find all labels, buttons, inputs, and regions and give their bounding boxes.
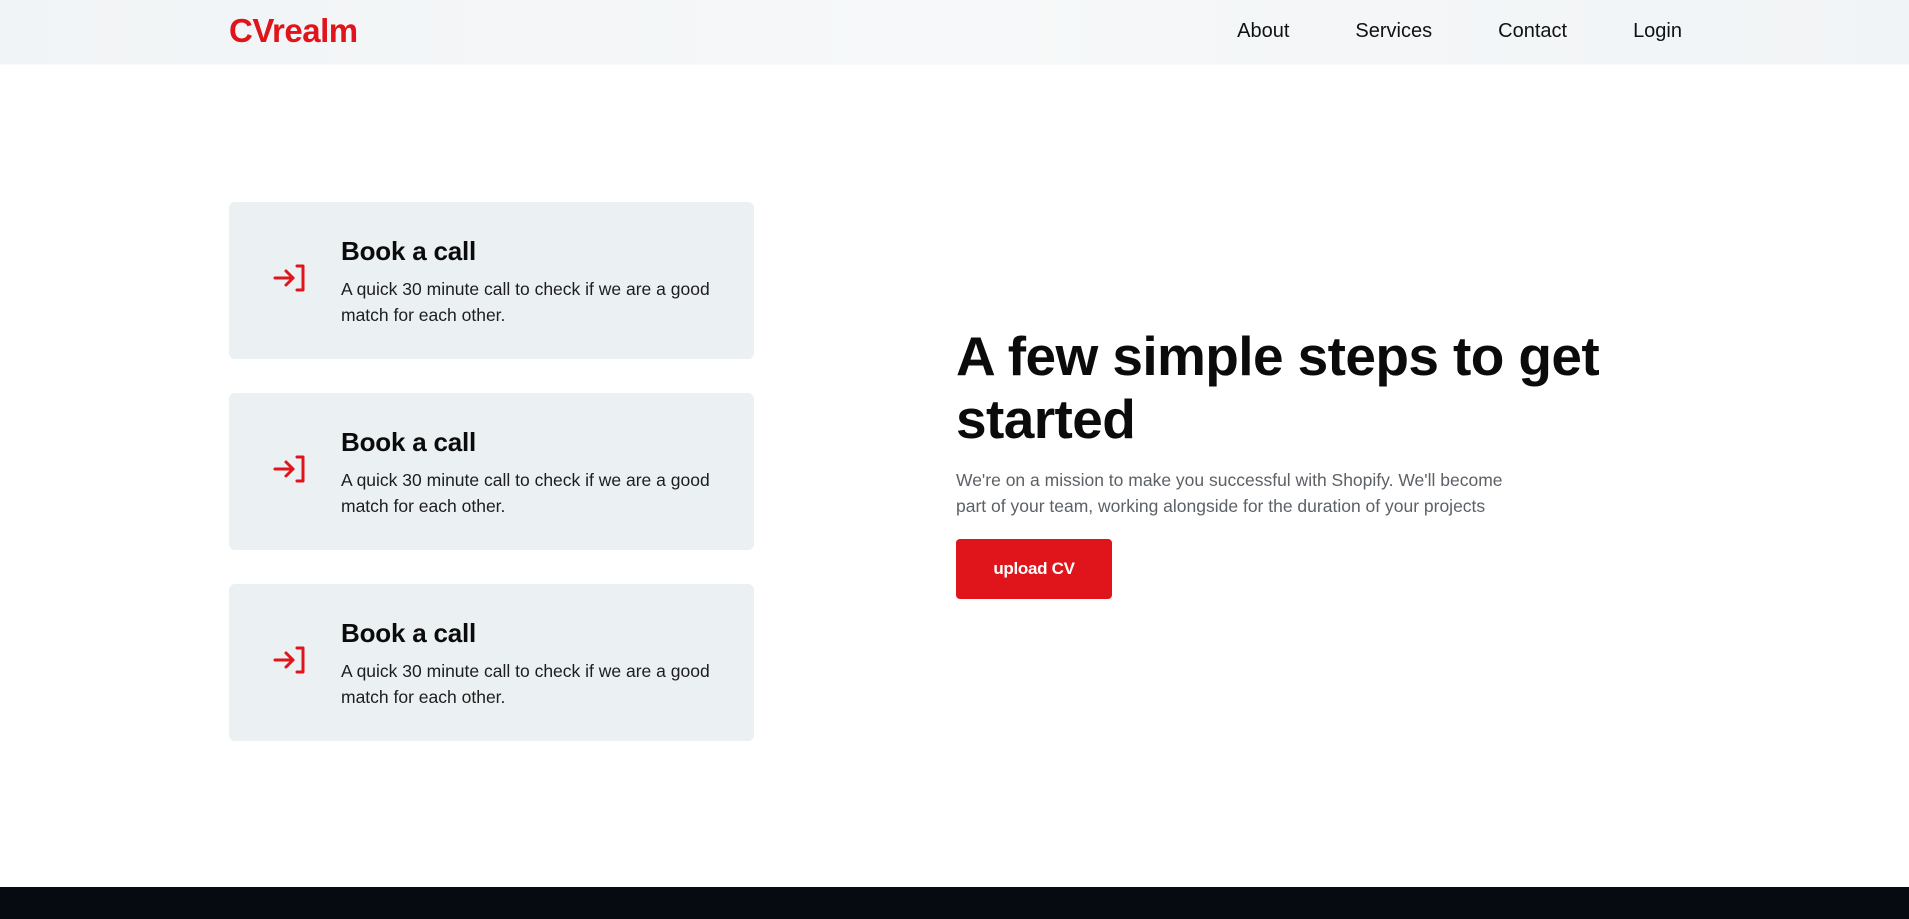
top-navbar: CVrealm About Services Contact Login (0, 0, 1909, 64)
step-title: Book a call (341, 427, 477, 457)
hero-section: A few simple steps to get started We're … (956, 325, 1616, 599)
step-description: A quick 30 minute call to check if we ar… (341, 470, 710, 516)
steps-list: Book a call A quick 30 minute call to ch… (229, 202, 754, 775)
nav-link-login[interactable]: Login (1633, 18, 1682, 44)
step-description: A quick 30 minute call to check if we ar… (341, 279, 710, 325)
main-nav: About Services Contact Login (1237, 18, 1682, 44)
step-description: A quick 30 minute call to check if we ar… (341, 661, 710, 707)
page-footer (0, 887, 1909, 919)
login-arrow-icon (273, 645, 307, 675)
step-card-1: Book a call A quick 30 minute call to ch… (229, 202, 754, 359)
brand-logo[interactable]: CVrealm (229, 12, 358, 50)
step-title: Book a call (341, 618, 477, 648)
nav-link-about[interactable]: About (1237, 18, 1289, 44)
login-arrow-icon (273, 454, 307, 484)
step-title: Book a call (341, 236, 477, 266)
hero-title: A few simple steps to get started (956, 325, 1600, 450)
login-arrow-icon (273, 263, 307, 293)
hero-description: We're on a mission to make you successfu… (956, 470, 1503, 516)
step-card-3: Book a call A quick 30 minute call to ch… (229, 584, 754, 741)
upload-cv-button[interactable]: upload CV (956, 539, 1112, 599)
nav-link-contact[interactable]: Contact (1498, 18, 1567, 44)
nav-link-services[interactable]: Services (1355, 18, 1432, 44)
step-card-2: Book a call A quick 30 minute call to ch… (229, 393, 754, 550)
